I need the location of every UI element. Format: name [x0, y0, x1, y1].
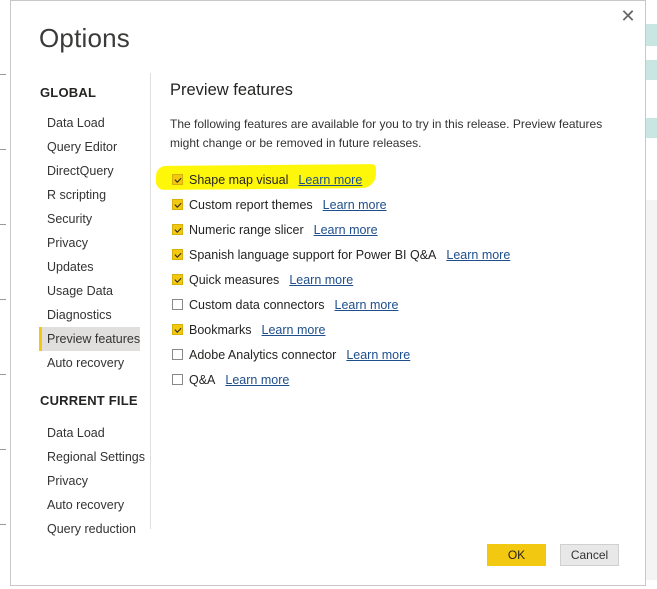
dialog-title: Options [39, 23, 131, 53]
feature-row-spanish-language-support-for-power-bi-q-a: Spanish language support for Power BI Q&… [170, 242, 610, 267]
feature-checkbox[interactable] [172, 249, 183, 260]
feature-row-adobe-analytics-connector: Adobe Analytics connector Learn more [170, 342, 610, 367]
feature-label: Q&A [189, 372, 216, 387]
sidebar-current-file-list: Data Load Regional Settings Privacy Auto re… [39, 421, 151, 541]
checkmark-icon [173, 200, 182, 208]
sidebar-header-global: GLOBAL [40, 85, 97, 100]
learn-more-link[interactable]: Learn more [323, 198, 387, 212]
feature-checkbox[interactable] [172, 199, 183, 210]
feature-checkbox[interactable] [172, 324, 183, 335]
feature-checkbox[interactable] [172, 349, 183, 360]
feature-label: Numeric range slicer [189, 222, 304, 237]
sidebar-item-privacy[interactable]: Privacy [39, 469, 140, 493]
sidebar-item-usage-data[interactable]: Usage Data [39, 279, 140, 303]
feature-checkbox[interactable] [172, 174, 183, 185]
checkmark-icon [173, 250, 182, 258]
feature-label: Custom report themes [189, 197, 313, 212]
learn-more-link[interactable]: Learn more [225, 373, 289, 387]
feature-checkbox[interactable] [172, 274, 183, 285]
feature-row-q-a: Q&A Learn more [170, 367, 610, 392]
feature-row-custom-data-connectors: Custom data connectors Learn more [170, 292, 610, 317]
sidebar-item-directquery[interactable]: DirectQuery [39, 159, 140, 183]
sidebar-item-data-load[interactable]: Data Load [39, 421, 140, 445]
options-sidebar: GLOBAL Data Load Query Editor DirectQuery R… [39, 73, 151, 541]
sidebar-item-query-editor[interactable]: Query Editor [39, 135, 140, 159]
sidebar-item-r-scripting[interactable]: R scripting [39, 183, 140, 207]
cancel-button[interactable]: Cancel [560, 544, 619, 566]
sidebar-item-diagnostics[interactable]: Diagnostics [39, 303, 140, 327]
sidebar-item-security[interactable]: Security [39, 207, 140, 231]
feature-checkbox[interactable] [172, 299, 183, 310]
learn-more-link[interactable]: Learn more [262, 323, 326, 337]
feature-list: Shape map visual Learn more Custom report … [170, 167, 610, 392]
sidebar-item-regional-settings[interactable]: Regional Settings [39, 445, 145, 469]
sidebar-item-auto-recovery[interactable]: Auto recovery [39, 351, 140, 375]
sidebar-divider [150, 73, 151, 529]
sidebar-item-query-reduction[interactable]: Query reduction [39, 517, 140, 541]
feature-row-bookmarks: Bookmarks Learn more [170, 317, 610, 342]
panel-description: The following features are available for… [170, 117, 603, 150]
learn-more-link[interactable]: Learn more [314, 223, 378, 237]
feature-label: Spanish language support for Power BI Q&… [189, 247, 437, 262]
learn-more-link[interactable]: Learn more [346, 348, 410, 362]
learn-more-link[interactable]: Learn more [289, 273, 353, 287]
checkmark-icon [173, 275, 182, 283]
sidebar-item-auto-recovery[interactable]: Auto recovery [39, 493, 140, 517]
checkmark-icon [173, 225, 182, 233]
sidebar-item-updates[interactable]: Updates [39, 255, 140, 279]
sidebar-item-privacy[interactable]: Privacy [39, 231, 140, 255]
panel-title: Preview features [170, 81, 293, 99]
feature-row-quick-measures: Quick measures Learn more [170, 267, 610, 292]
preview-features-panel: Preview features The following features … [170, 79, 610, 392]
feature-row-custom-report-themes: Custom report themes Learn more [170, 192, 610, 217]
learn-more-link[interactable]: Learn more [335, 298, 399, 312]
checkmark-icon [173, 325, 182, 333]
background-app-edge [0, 0, 6, 589]
learn-more-link[interactable]: Learn more [298, 173, 362, 187]
feature-row-numeric-range-slicer: Numeric range slicer Learn more [170, 217, 610, 242]
feature-label: Adobe Analytics connector [189, 347, 337, 362]
checkmark-icon [173, 175, 182, 183]
feature-checkbox[interactable] [172, 374, 183, 385]
ok-button[interactable]: OK [487, 544, 546, 566]
feature-label: Bookmarks [189, 322, 252, 337]
feature-checkbox[interactable] [172, 224, 183, 235]
close-icon[interactable]: ✕ [619, 7, 637, 25]
sidebar-item-data-load[interactable]: Data Load [39, 111, 140, 135]
sidebar-item-preview-features[interactable]: Preview features [39, 327, 140, 351]
feature-row-shape-map-visual: Shape map visual Learn more [170, 167, 610, 192]
feature-label: Custom data connectors [189, 297, 325, 312]
feature-label: Quick measures [189, 272, 280, 287]
background-app-fragment [646, 200, 657, 580]
feature-label: Shape map visual [189, 172, 289, 187]
sidebar-header-current-file: CURRENT FILE [40, 393, 138, 408]
sidebar-global-list: Data Load Query Editor DirectQuery R script… [39, 111, 151, 375]
learn-more-link[interactable]: Learn more [446, 248, 510, 262]
options-dialog: ✕ Options GLOBAL Data Load Query Editor Di… [10, 0, 646, 586]
